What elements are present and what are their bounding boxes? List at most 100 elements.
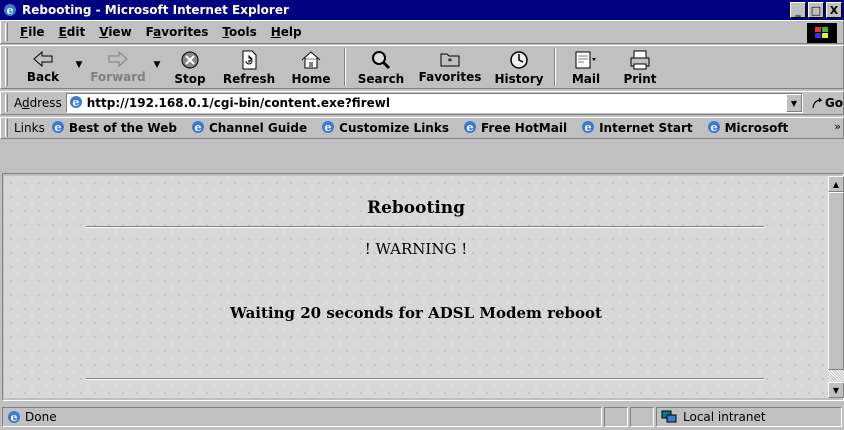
print-icon	[630, 50, 650, 70]
search-button[interactable]: Search	[350, 48, 412, 88]
link-best-of-the-web[interactable]: e Best of the Web	[51, 120, 177, 137]
top-divider	[86, 226, 764, 228]
svg-text:e: e	[72, 96, 79, 109]
svg-text:e: e	[585, 121, 592, 134]
go-arrow-icon	[812, 97, 823, 109]
link-label: Customize Links	[339, 121, 449, 135]
vertical-scrollbar[interactable]: ▲ ▼	[828, 176, 844, 398]
maximize-button[interactable]: □	[808, 2, 824, 18]
link-channel-guide[interactable]: e Channel Guide	[191, 120, 307, 137]
go-label: Go	[824, 96, 843, 110]
menu-tools-accel: T	[222, 25, 229, 39]
links-grip	[5, 119, 8, 137]
menu-tools-label: ools	[228, 25, 257, 39]
warning-text: ! WARNING !	[364, 240, 468, 258]
link-page-icon: e	[51, 120, 65, 137]
back-arrow-icon	[33, 50, 53, 68]
scroll-up-arrow-icon[interactable]: ▲	[828, 176, 844, 192]
menu-favorites[interactable]: Favorites	[140, 25, 217, 39]
page-heading: Rebooting	[366, 198, 466, 218]
address-grip	[5, 94, 8, 112]
link-page-icon: e	[191, 120, 205, 137]
back-label: Back	[26, 70, 60, 84]
minimize-button[interactable]: _	[790, 2, 806, 18]
menu-file[interactable]: File	[14, 25, 53, 39]
menu-tools[interactable]: Tools	[216, 25, 264, 39]
go-button[interactable]: Go	[811, 96, 843, 110]
reboot-message: Waiting 20 seconds for ADSL Modem reboot	[230, 304, 602, 322]
link-page-icon: e	[581, 120, 595, 137]
menu-bar: File Edit View Favorites Tools Help	[0, 20, 844, 44]
link-label: Channel Guide	[208, 121, 308, 135]
svg-text:e: e	[466, 121, 473, 134]
scroll-down-arrow-icon[interactable]: ▼	[828, 382, 844, 398]
link-page-icon: e	[463, 120, 477, 137]
bottom-divider	[86, 378, 764, 380]
favorites-icon: *	[440, 53, 460, 67]
forward-arrow-icon	[108, 50, 128, 68]
back-dropdown-icon[interactable]: ▼	[72, 60, 86, 70]
refresh-button[interactable]: Refresh	[216, 48, 282, 88]
status-bar: e Done Local intranet	[0, 404, 844, 430]
address-bar: Address e http://192.168.0.1/cgi-bin/con…	[0, 91, 844, 115]
address-url: http://192.168.0.1/cgi-bin/content.exe?f…	[86, 96, 390, 110]
page-content: Rebooting ! WARNING ! Waiting 20 seconds…	[4, 176, 828, 398]
address-label-accel: d	[21, 96, 30, 110]
link-free-hotmail[interactable]: e Free HotMail	[463, 120, 567, 137]
links-bar: Links e Best of the Web e Channel Guide eC…	[0, 117, 844, 139]
svg-text:e: e	[54, 121, 61, 134]
address-dropdown-icon[interactable]: ▼	[785, 94, 802, 112]
address-field[interactable]: e http://192.168.0.1/cgi-bin/content.exe…	[65, 93, 803, 113]
stop-label: Stop	[174, 72, 206, 86]
menu-edit-label: dit	[66, 25, 86, 39]
link-customize-links[interactable]: e Customize Links	[321, 120, 449, 137]
address-label: Address	[13, 96, 62, 110]
toolbar-grip	[5, 48, 8, 86]
stop-button[interactable]: Stop	[164, 48, 216, 88]
page-icon: e	[69, 95, 83, 112]
mail-button[interactable]: Mail	[560, 48, 612, 88]
status-text: Done	[25, 410, 57, 424]
print-button[interactable]: Print	[612, 48, 668, 88]
links-label: Links	[14, 121, 45, 135]
history-button[interactable]: History	[488, 48, 550, 88]
window-titlebar: e Rebooting - Microsoft Internet Explore…	[0, 0, 844, 20]
back-button[interactable]: Back	[14, 48, 72, 88]
link-internet-start[interactable]: e Internet Start	[581, 120, 693, 137]
link-label: Microsoft	[724, 121, 789, 135]
history-label: History	[494, 72, 544, 86]
mail-label: Mail	[571, 72, 601, 86]
svg-text:e: e	[194, 121, 201, 134]
home-button[interactable]: Home	[282, 48, 340, 88]
forward-dropdown-icon[interactable]: ▼	[150, 60, 164, 70]
link-label: Internet Start	[599, 121, 693, 135]
favorites-button[interactable]: * Favorites	[412, 48, 488, 88]
menu-help[interactable]: Help	[265, 25, 310, 39]
status-page-icon: e	[7, 410, 21, 424]
close-button[interactable]: X	[826, 2, 842, 18]
link-page-icon: e	[707, 120, 721, 137]
menu-edit[interactable]: Edit	[53, 25, 94, 39]
menu-view-accel: V	[99, 25, 109, 39]
menu-file-accel: F	[20, 25, 29, 39]
search-label: Search	[357, 72, 405, 86]
links-more-chevron-icon[interactable]: »	[834, 120, 841, 133]
local-intranet-icon	[661, 410, 677, 424]
link-microsoft[interactable]: e Microsoft	[707, 120, 789, 137]
scroll-thumb[interactable]	[828, 192, 844, 370]
stop-icon	[181, 51, 199, 69]
window-title: Rebooting - Microsoft Internet Explorer	[22, 3, 289, 17]
favorites-label: Favorites	[418, 70, 482, 84]
link-label: Free HotMail	[480, 121, 568, 135]
menu-file-label: ile	[28, 25, 45, 39]
forward-button[interactable]: Forward	[86, 48, 150, 88]
menu-view-label: iew	[108, 25, 132, 39]
print-label: Print	[623, 72, 657, 86]
refresh-icon	[242, 50, 257, 70]
status-progress-pane	[604, 407, 628, 427]
svg-text:e: e	[325, 121, 332, 134]
menu-help-accel: H	[270, 25, 281, 39]
mail-icon	[575, 51, 596, 69]
link-label: Best of the Web	[68, 121, 177, 135]
menu-view[interactable]: View	[93, 25, 139, 39]
